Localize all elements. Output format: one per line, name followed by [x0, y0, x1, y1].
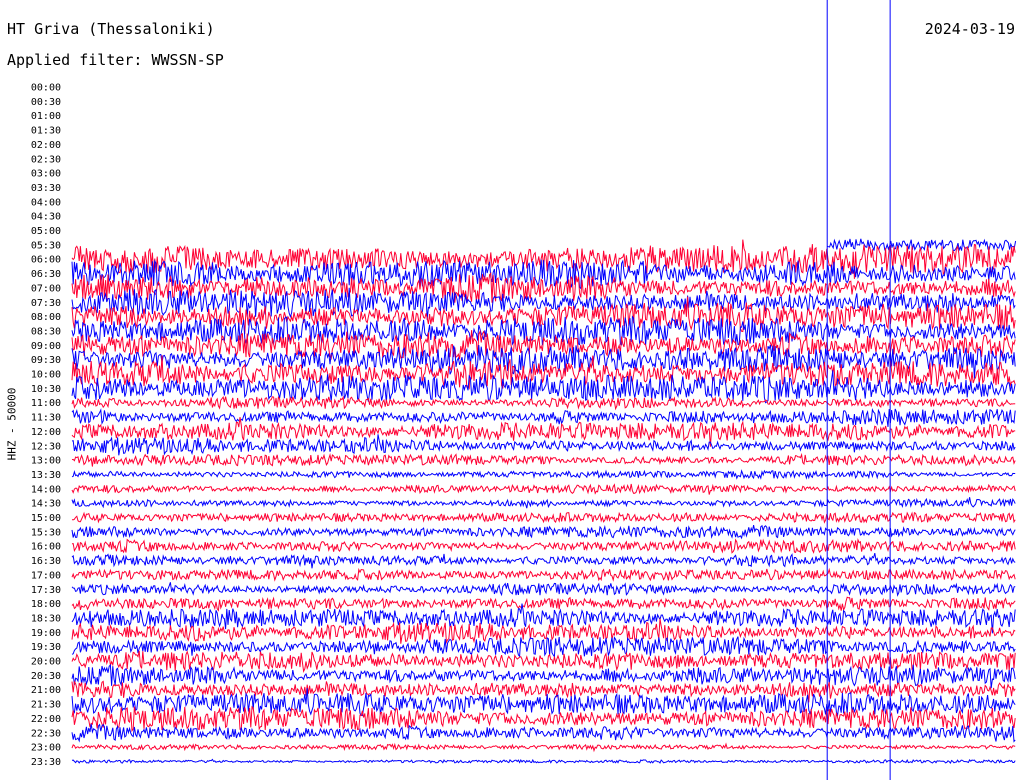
- row-time-label: 08:00: [31, 312, 61, 323]
- seismic-trace-0930: [71, 344, 1016, 379]
- row-time-label: 03:00: [31, 169, 61, 180]
- row-time-label: 23:30: [31, 757, 61, 768]
- seismic-trace-1000: [71, 355, 1016, 390]
- seismic-trace-2230: [71, 723, 1016, 743]
- seismic-trace-1500: [71, 511, 1016, 524]
- seismic-trace-1730: [71, 582, 1016, 597]
- row-time-label: 02:00: [31, 140, 61, 151]
- row-time-label: 10:00: [31, 370, 61, 381]
- seismic-trace-1630: [71, 552, 1016, 569]
- row-time-label: 16:00: [31, 542, 61, 553]
- row-time-label: 10:30: [31, 384, 61, 395]
- row-time-label: 18:30: [31, 613, 61, 624]
- seismic-trace-2330: [71, 758, 1016, 765]
- row-time-label: 17:30: [31, 585, 61, 596]
- row-time-label: 22:30: [31, 728, 61, 739]
- row-time-label: 11:00: [31, 398, 61, 409]
- helicorder-page: HT Griva (Thessaloniki) Applied filter: …: [0, 0, 1024, 780]
- seismic-trace-1930: [71, 636, 1016, 659]
- seismic-trace-1800: [71, 596, 1016, 612]
- row-time-label: 13:30: [31, 470, 61, 481]
- row-time-label: 11:30: [31, 413, 61, 424]
- row-time-label: 01:30: [31, 126, 61, 137]
- row-time-label: 02:30: [31, 154, 61, 165]
- row-time-label: 15:00: [31, 513, 61, 524]
- seismic-trace-2300: [71, 742, 1016, 753]
- seismic-trace-1130: [71, 407, 1016, 427]
- seismic-trace-1430: [71, 497, 1016, 509]
- row-time-label: 12:30: [31, 441, 61, 452]
- seismic-trace-1230: [71, 434, 1016, 456]
- seismic-trace-1600: [71, 537, 1016, 554]
- row-time-label: 03:30: [31, 183, 61, 194]
- row-time-label: 00:00: [31, 83, 61, 94]
- row-time-label: 14:30: [31, 499, 61, 510]
- row-time-label: 04:30: [31, 212, 61, 223]
- seismic-trace-1300: [71, 452, 1016, 467]
- row-time-label: 22:00: [31, 714, 61, 725]
- row-time-label: 19:00: [31, 628, 61, 639]
- seismic-trace-1530: [71, 524, 1016, 540]
- row-time-label: 19:30: [31, 642, 61, 653]
- row-time-label: 21:00: [31, 685, 61, 696]
- seismic-trace-1400: [71, 483, 1016, 495]
- seismic-trace-1030: [71, 370, 1016, 404]
- row-time-label: 23:00: [31, 743, 61, 754]
- row-time-label: 13:00: [31, 456, 61, 467]
- row-time-label: 00:30: [31, 97, 61, 108]
- row-time-label: 07:00: [31, 283, 61, 294]
- seismic-trace-1700: [71, 567, 1016, 582]
- seismic-trace-0700: [71, 272, 1016, 303]
- seismic-trace-0530: [827, 238, 1017, 252]
- row-time-label: 07:30: [31, 298, 61, 309]
- seismic-trace-1330: [71, 469, 1016, 480]
- row-time-label: 20:00: [31, 657, 61, 668]
- seismic-trace-2200: [71, 705, 1016, 733]
- helicorder-plot: 00:00 00:30 01:00 01:30 02:00 02:30 03:00 03:30…: [31, 0, 1017, 780]
- row-time-label: 06:30: [31, 269, 61, 280]
- row-time-label: 18:00: [31, 599, 61, 610]
- row-time-label: 15:30: [31, 527, 61, 538]
- row-time-label: 06:00: [31, 255, 61, 266]
- row-time-label: 16:30: [31, 556, 61, 567]
- seismic-trace-2000: [71, 650, 1016, 674]
- seismic-trace-1100: [71, 395, 1016, 411]
- row-time-label: 09:00: [31, 341, 61, 352]
- row-time-label: 05:30: [31, 240, 61, 251]
- row-time-label: 12:00: [31, 427, 61, 438]
- row-time-label: 17:00: [31, 570, 61, 581]
- row-time-label: 04:00: [31, 197, 61, 208]
- row-time-label: 20:30: [31, 671, 61, 682]
- row-time-label: 08:30: [31, 326, 61, 337]
- row-time-label: 05:00: [31, 226, 61, 237]
- row-time-label: 01:00: [31, 111, 61, 122]
- row-time-label: 14:00: [31, 484, 61, 495]
- row-time-label: 21:30: [31, 700, 61, 711]
- row-time-label: 09:30: [31, 355, 61, 366]
